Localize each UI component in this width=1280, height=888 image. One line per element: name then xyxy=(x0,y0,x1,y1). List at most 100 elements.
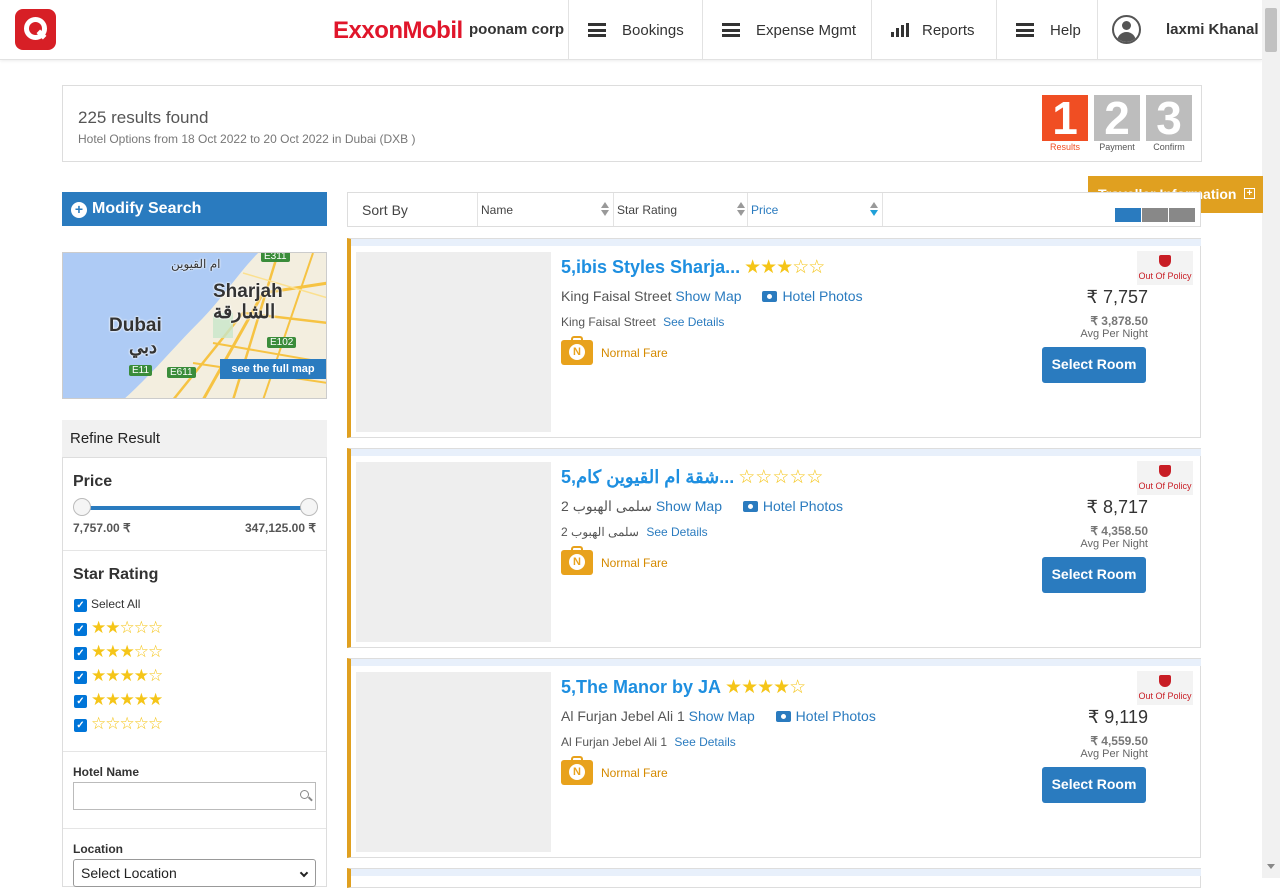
star-rating-title: Star Rating xyxy=(73,566,159,583)
nav-reports[interactable]: Reports xyxy=(871,0,996,60)
hotel-address-secondary: 2 سلمى الهبوب See Details xyxy=(561,525,708,539)
sort-by-price[interactable]: Price xyxy=(747,193,883,226)
avg-per-night-label: Avg Per Night xyxy=(1080,328,1148,340)
star-rating-3-icon: ★★★☆☆ xyxy=(91,642,163,661)
nav-bookings[interactable]: Bookings xyxy=(568,0,702,60)
hotel-image[interactable] xyxy=(356,462,551,642)
star-3-checkbox[interactable]: ✓ xyxy=(74,647,87,660)
select-all-label: Select All xyxy=(91,597,141,611)
sort-price-label: Price xyxy=(751,203,779,217)
hotel-photos-link[interactable]: Hotel Photos xyxy=(763,498,843,514)
results-count: 225 results found xyxy=(78,108,209,127)
price-slider-track[interactable] xyxy=(81,506,309,510)
card-strip xyxy=(351,239,1201,246)
star-4-checkbox[interactable]: ✓ xyxy=(74,671,87,684)
star-rating-0-icon: ☆☆☆☆☆ xyxy=(91,714,163,733)
price-slider-max-handle[interactable] xyxy=(300,498,318,516)
scroll-down-arrow-icon[interactable] xyxy=(1267,864,1275,869)
sort-arrows-icon xyxy=(601,202,609,216)
price-max-value: 347,125.00 ₹ xyxy=(244,521,316,535)
avg-per-night-label: Avg Per Night xyxy=(1080,538,1148,550)
show-map-link[interactable]: Show Map xyxy=(689,708,755,724)
modify-search-label: Modify Search xyxy=(92,200,202,217)
hotel-avg-price: ₹ 4,358.50 xyxy=(1090,524,1148,538)
camera-icon xyxy=(762,291,778,302)
hotel-title[interactable]: 5,The Manor by JA ★★★★☆ xyxy=(561,676,806,699)
expand-plus-icon: + xyxy=(1244,188,1255,199)
nav-expense-mgmt[interactable]: Expense Mgmt xyxy=(702,0,872,60)
refine-result-heading: Refine Result xyxy=(62,420,327,457)
divider xyxy=(63,751,326,752)
divider xyxy=(63,828,326,829)
hotel-price: ₹ 9,119 xyxy=(1087,707,1148,727)
hotel-photos-link[interactable]: Hotel Photos xyxy=(782,288,862,304)
sort-by-star-rating[interactable]: Star Rating xyxy=(613,193,749,226)
step-number: 3 xyxy=(1146,95,1192,141)
sort-arrows-icon xyxy=(870,202,878,216)
star-rating-2-icon: ★★☆☆☆ xyxy=(91,618,163,637)
step-results: 1 Results xyxy=(1042,95,1088,156)
scrollbar-thumb[interactable] xyxy=(1265,8,1277,52)
show-map-link[interactable]: Show Map xyxy=(675,288,741,304)
show-map-link[interactable]: Show Map xyxy=(656,498,722,514)
hotel-title[interactable]: 5,شقة ام القيوين كام... ☆☆☆☆☆ xyxy=(561,466,824,489)
brand-logo: ExxonMobil xyxy=(333,17,463,44)
star-5-checkbox[interactable]: ✓ xyxy=(74,695,87,708)
see-details-link[interactable]: See Details xyxy=(663,315,724,329)
nav-help[interactable]: Help xyxy=(996,0,1097,60)
fare-label: Normal Fare xyxy=(601,766,668,780)
location-select[interactable]: Select Location xyxy=(73,859,316,887)
card-strip xyxy=(351,659,1201,666)
app-logo-icon[interactable] xyxy=(15,9,56,50)
fare-bag-icon: N xyxy=(561,546,593,575)
hotel-photos-link[interactable]: Hotel Photos xyxy=(796,708,876,724)
map-city-dubai: Dubai xyxy=(109,315,162,336)
results-summary: 225 results found Hotel Options from 18 … xyxy=(62,85,1202,162)
card-strip xyxy=(351,869,1201,876)
step-number: 1 xyxy=(1042,95,1088,141)
fare-label: Normal Fare xyxy=(601,556,668,570)
see-full-map-button[interactable]: see the full map xyxy=(220,359,326,379)
see-details-link[interactable]: See Details xyxy=(646,525,707,539)
map-city-sharjah-ar: الشارقة xyxy=(213,302,276,323)
map-view-button[interactable] xyxy=(1169,208,1195,222)
hotel-image[interactable] xyxy=(356,672,551,852)
thumbs-down-icon xyxy=(1159,675,1171,687)
select-all-checkbox[interactable]: ✓ xyxy=(74,599,87,612)
see-details-link[interactable]: See Details xyxy=(674,735,735,749)
nav-bookings-label: Bookings xyxy=(622,21,684,39)
map-road-label: E611 xyxy=(167,367,196,378)
select-room-button[interactable]: Select Room xyxy=(1042,557,1146,593)
sort-star-label: Star Rating xyxy=(617,203,678,217)
user-avatar-icon[interactable] xyxy=(1112,15,1141,44)
hotel-card xyxy=(347,868,1201,888)
list-view-button[interactable] xyxy=(1115,208,1141,222)
select-room-button[interactable]: Select Room xyxy=(1042,347,1146,383)
user-name[interactable]: laxmi Khanal xyxy=(1166,21,1259,38)
grid-view-button[interactable] xyxy=(1142,208,1168,222)
sort-bar: Sort By Name Star Rating Price xyxy=(347,192,1201,227)
view-toggle-buttons[interactable] xyxy=(1115,208,1195,222)
hotel-card: 5,ibis Styles Sharja... ★★★☆☆ King Faisal… xyxy=(347,238,1201,438)
hotel-name-input[interactable] xyxy=(73,782,316,810)
sort-name-label: Name xyxy=(481,203,514,217)
thumbs-down-icon xyxy=(1159,465,1171,477)
camera-icon xyxy=(775,711,791,722)
select-room-button[interactable]: Select Room xyxy=(1042,767,1146,803)
modify-search-button[interactable]: + Modify Search xyxy=(62,192,327,226)
hotel-map[interactable]: Sharjah الشارقة Dubai دبي ام القيوين E31… xyxy=(62,252,327,399)
star-0-checkbox[interactable]: ✓ xyxy=(74,719,87,732)
step-label: Payment xyxy=(1099,142,1135,152)
hotel-image[interactable] xyxy=(356,252,551,432)
map-city-umm-al-quwain-ar: ام القيوين xyxy=(171,257,221,271)
hotel-card: 5,The Manor by JA ★★★★☆ Al Furjan Jebel A… xyxy=(347,658,1201,858)
star-2-checkbox[interactable]: ✓ xyxy=(74,623,87,636)
hotel-price: ₹ 7,757 xyxy=(1086,287,1149,307)
hotel-title[interactable]: 5,ibis Styles Sharja... ★★★☆☆ xyxy=(561,256,825,279)
out-of-policy-badge: Out Of Policy xyxy=(1137,251,1193,285)
out-of-policy-badge: Out Of Policy xyxy=(1137,671,1193,705)
scrollbar[interactable] xyxy=(1262,0,1280,878)
menu-icon xyxy=(1016,23,1034,37)
sort-by-name[interactable]: Name xyxy=(477,193,613,226)
price-slider-min-handle[interactable] xyxy=(73,498,91,516)
